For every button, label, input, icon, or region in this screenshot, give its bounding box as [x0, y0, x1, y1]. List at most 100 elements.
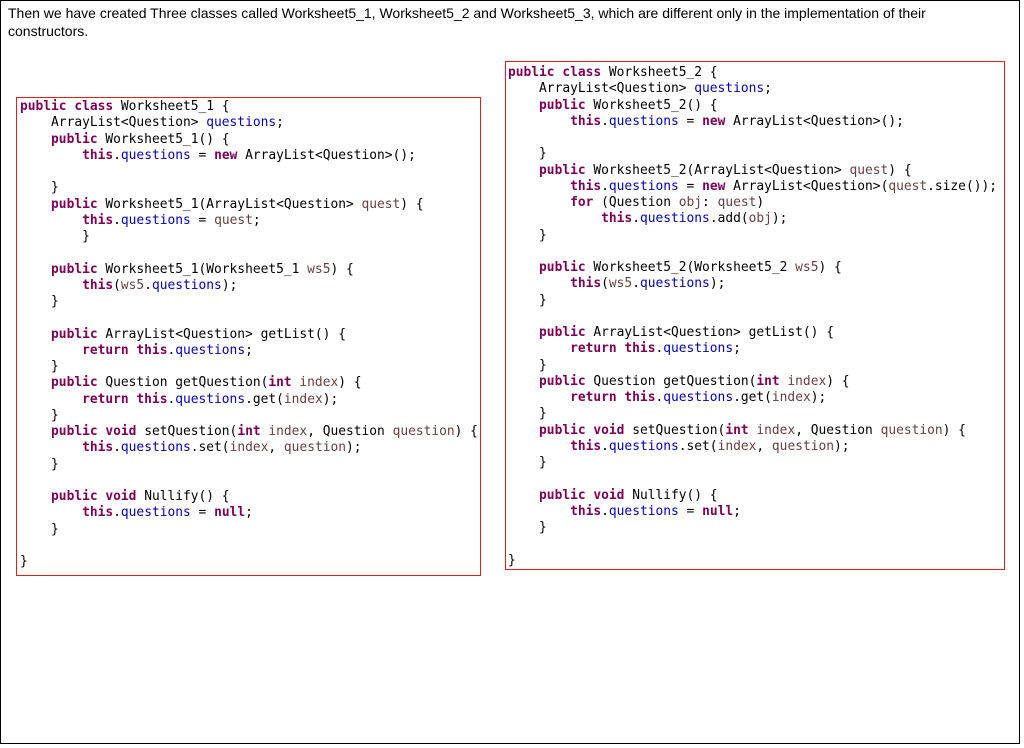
code-token: = [678, 178, 703, 194]
code-token: , [756, 438, 772, 454]
code-token: ; [252, 212, 261, 228]
code-token: this [508, 503, 602, 519]
code-token: ) { [818, 260, 842, 275]
code-token: public [508, 97, 594, 113]
code-token: .get( [245, 391, 284, 407]
code-token: ; [276, 115, 284, 131]
code-token: = [190, 147, 215, 163]
code-token: new [214, 147, 246, 163]
code-line: this.questions = new ArrayList<Question>… [508, 179, 1004, 195]
code-line: } [508, 146, 1004, 162]
code-token: Worksheet5_1 { [120, 99, 230, 114]
code-token: . [113, 505, 121, 521]
code-token: } [508, 406, 547, 422]
code-token: index [299, 375, 339, 391]
code-token: ArrayList<Question>( [733, 178, 889, 194]
code-token: .add( [709, 211, 749, 227]
code-token: ArrayList<Question> getList() { [593, 325, 834, 340]
code-token: } [20, 407, 59, 423]
code-token: question [283, 440, 347, 456]
code-token: quest [849, 162, 889, 178]
code-token: ); [709, 276, 726, 292]
code-token: null [702, 503, 734, 519]
code-line: this(ws5.questions); [20, 278, 480, 294]
code-token: index [268, 424, 308, 439]
code-token: ; [733, 503, 741, 519]
code-token: questions [608, 503, 679, 519]
code-token: public void [508, 487, 633, 503]
code-token: questions [120, 505, 191, 521]
code-token: } [20, 456, 59, 472]
code-token: questions [206, 115, 277, 131]
code-token: index [229, 440, 269, 456]
code-token: questions [175, 391, 246, 407]
code-token: setQuestion( [632, 422, 726, 438]
code-token: ArrayList<Question>(); [733, 113, 904, 129]
code-line: this.questions.add(obj); [508, 211, 1004, 227]
code-token: .set( [678, 438, 718, 454]
code-token: ; [764, 81, 772, 97]
code-line: } [20, 359, 480, 375]
code-token: = [190, 505, 215, 521]
code-token: } [20, 294, 59, 309]
code-token: obj [678, 195, 703, 210]
code-token: ) { [330, 261, 354, 277]
code-token: Worksheet5_1() { [105, 131, 230, 147]
code-line: public Worksheet5_1() { [20, 132, 480, 148]
code-token: questions [151, 277, 222, 293]
code-box-worksheet5-2: public class Worksheet5_2 { ArrayList<Qu… [505, 61, 1005, 570]
code-token: . [632, 276, 640, 292]
code-line: } [508, 406, 1004, 422]
code-line: public Question getQuestion(int index) { [20, 375, 480, 391]
code-token: ( [113, 277, 121, 293]
code-token: index [756, 422, 796, 438]
code-line: public Worksheet5_1(Worksheet5_1 ws5) { [20, 262, 480, 278]
code-token: for [508, 195, 602, 210]
code-token: ); [322, 391, 339, 407]
code-token: . [113, 147, 121, 163]
code-token: : [702, 195, 718, 210]
code-token: ) { [888, 162, 912, 178]
code-line: this(ws5.questions); [508, 276, 1004, 292]
code-token: int [237, 424, 269, 439]
code-line: } [508, 358, 1004, 374]
code-line: ArrayList<Question> questions; [20, 115, 480, 131]
code-token: .size()); [927, 178, 997, 194]
code-line: } [508, 455, 1004, 471]
code-line: return this.questions.get(index); [20, 392, 480, 408]
code-line: public ArrayList<Question> getList() { [20, 327, 480, 343]
code-token: } [508, 455, 547, 470]
code-token: public [20, 261, 106, 277]
code-token: public [508, 373, 594, 389]
code-token: ) { [338, 375, 362, 391]
code-line: } [20, 229, 480, 245]
code-token: Worksheet5_1(ArrayList<Question> [105, 196, 362, 212]
code-block-worksheet5-2: public class Worksheet5_2 { ArrayList<Qu… [508, 65, 1004, 569]
code-token: this [20, 212, 114, 228]
code-token: questions [608, 113, 679, 129]
code-token: Worksheet5_2() { [593, 97, 718, 113]
code-token: questions [639, 211, 710, 227]
code-line: this.questions = new ArrayList<Question>… [508, 114, 1004, 130]
code-token: ws5 [120, 277, 145, 293]
code-token: questions [120, 147, 191, 163]
code-token: } [20, 521, 59, 537]
code-token: question [771, 438, 835, 454]
code-line: public void Nullify() { [508, 488, 1004, 504]
code-line: } [508, 520, 1004, 536]
code-token: int [756, 373, 788, 389]
code-token: ; [733, 341, 741, 357]
code-line: public Worksheet5_2() { [508, 98, 1004, 114]
code-token: obj [748, 211, 772, 227]
code-token: .get( [733, 390, 772, 405]
code-token: int [725, 422, 757, 438]
code-token: index [787, 373, 827, 389]
code-token: this [508, 211, 633, 227]
code-token: } [508, 292, 547, 308]
code-token: questions [608, 438, 679, 454]
code-token: this [20, 277, 114, 293]
code-line: return this.questions; [20, 343, 480, 359]
